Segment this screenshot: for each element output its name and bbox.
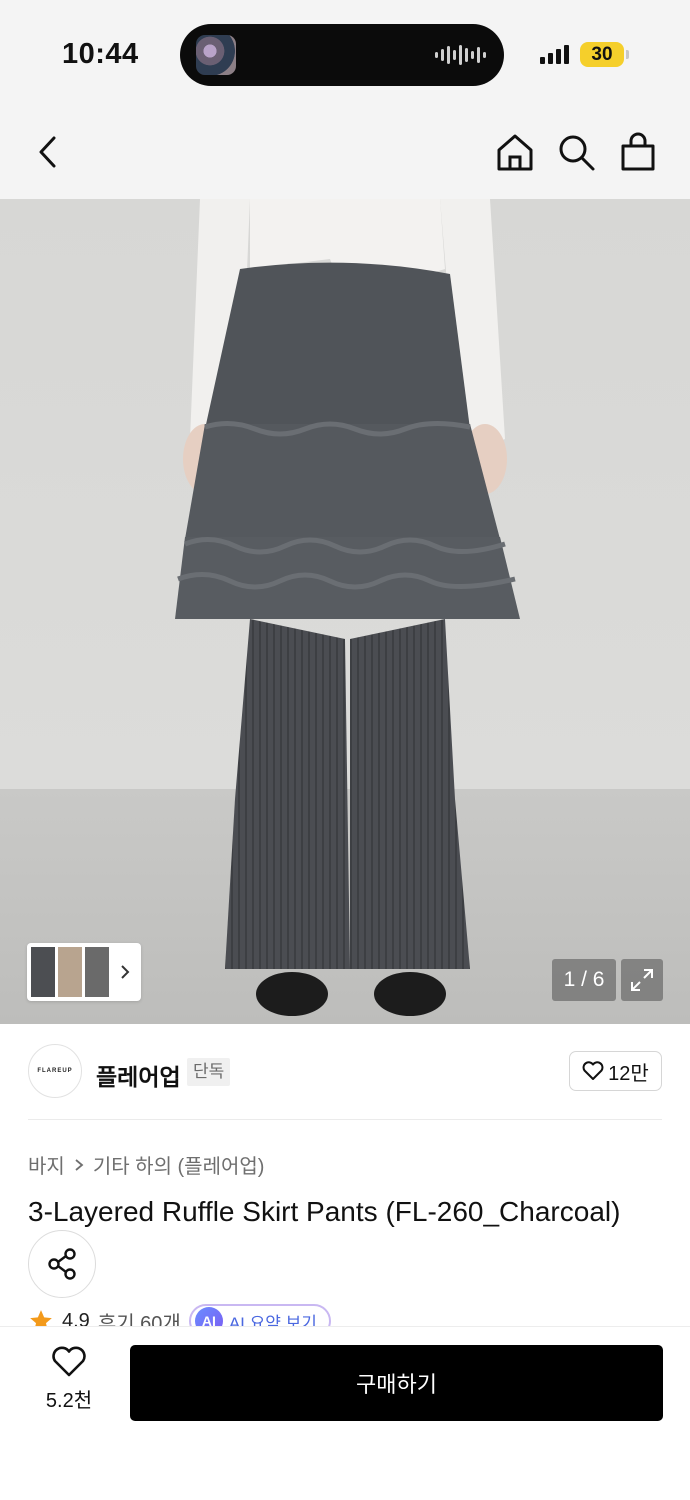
share-icon <box>48 1248 76 1280</box>
product-photo <box>0 199 690 1024</box>
ai-icon: AI <box>194 1307 223 1326</box>
search-button[interactable] <box>554 130 598 174</box>
chevron-right-icon <box>121 965 130 979</box>
top-navigation <box>0 104 690 199</box>
chevron-right-icon <box>75 1158 84 1171</box>
battery-cap <box>626 50 629 59</box>
breadcrumb-category[interactable]: 바지 <box>28 1150 65 1179</box>
rating-score: 4.9 <box>62 1309 90 1327</box>
brand-like-button[interactable]: 12만 <box>569 1051 662 1091</box>
heart-icon <box>52 1346 86 1377</box>
cart-button[interactable] <box>616 130 660 174</box>
home-icon <box>497 134 533 171</box>
share-button[interactable] <box>28 1230 96 1298</box>
status-bar: 10:44 30 <box>0 0 690 104</box>
brand-name[interactable]: 플레어업 <box>96 1058 181 1092</box>
brand-logo[interactable]: FLAREUP <box>28 1044 82 1098</box>
status-time: 10:44 <box>62 38 139 70</box>
breadcrumb-subcategory[interactable]: 기타 하의 (플레어업) <box>93 1150 265 1179</box>
image-counter: 1 / 6 <box>552 959 616 1001</box>
wishlist-button[interactable]: 5.2천 <box>28 1346 110 1420</box>
thumbnail-3[interactable] <box>85 947 109 997</box>
back-button[interactable] <box>26 130 70 174</box>
ai-summary-button[interactable]: AI AI 요약 보기 <box>188 1304 331 1327</box>
wishlist-count: 5.2천 <box>45 1390 93 1412</box>
battery-indicator: 30 <box>580 42 624 67</box>
brand-like-count: 12만 <box>608 1062 649 1085</box>
expand-button[interactable] <box>621 959 663 1001</box>
now-playing-artwork <box>196 35 236 75</box>
audio-waveform-icon <box>435 44 486 66</box>
thumbnail-1[interactable] <box>31 947 55 997</box>
expand-icon <box>631 969 653 991</box>
breadcrumb: 바지 기타 하의 (플레어업) <box>28 1150 264 1179</box>
review-count[interactable]: 후기 60개 <box>98 1307 181 1327</box>
brand-logo-text: FLAREUP <box>37 1068 73 1074</box>
dynamic-island[interactable] <box>180 24 504 86</box>
star-icon <box>30 1310 52 1326</box>
home-button[interactable] <box>493 130 537 174</box>
thumbnail-strip[interactable] <box>27 943 141 1001</box>
ai-summary-label: AI 요약 보기 <box>228 1313 317 1327</box>
cellular-signal-icon <box>540 44 569 64</box>
search-icon <box>559 135 595 171</box>
buy-button[interactable]: 구매하기 <box>130 1345 663 1421</box>
heart-icon <box>582 1061 604 1080</box>
product-image[interactable] <box>0 199 690 1024</box>
chevron-left-icon <box>39 136 56 168</box>
section-divider <box>28 1119 662 1120</box>
shopping-bag-icon <box>621 132 655 171</box>
exclusive-badge: 단독 <box>187 1058 231 1086</box>
thumbnail-2[interactable] <box>58 947 82 997</box>
rating-row: 4.9 후기 60개 AI AI 요약 보기 <box>28 1304 690 1326</box>
product-title: 3-Layered Ruffle Skirt Pants (FL-260_Cha… <box>28 1196 621 1227</box>
